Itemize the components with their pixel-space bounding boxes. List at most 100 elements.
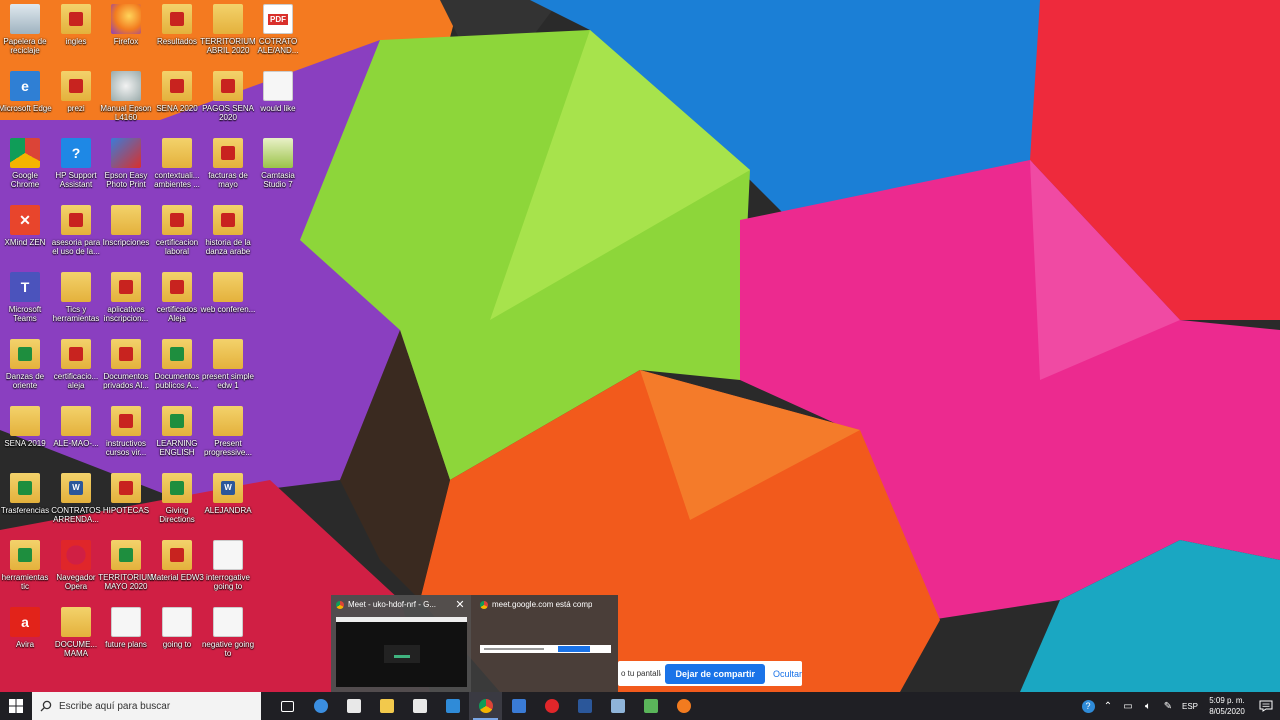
desktop-icon[interactable]: facturas de mayo: [203, 134, 253, 198]
desktop-icon[interactable]: SENA 2019: [0, 402, 50, 466]
thumbnail-share-bar-window[interactable]: meet.google.com está compart...: [475, 595, 615, 692]
desktop-icon[interactable]: certificados Aleja: [152, 268, 202, 332]
stop-sharing-button[interactable]: Dejar de compartir: [665, 663, 765, 684]
desktop-icon[interactable]: Manual Epson L4160: [100, 67, 152, 131]
action-center-button[interactable]: [1252, 700, 1280, 712]
desktop-icon[interactable]: future plans: [101, 603, 151, 667]
desktop-icon[interactable]: interrogative going to: [203, 536, 253, 600]
desktop-icon-label: CONTRATOS ARRENDA...: [51, 506, 101, 524]
language-indicator[interactable]: ESP: [1178, 702, 1202, 711]
desktop-icon[interactable]: DOCUME... MAMA: [51, 603, 101, 667]
desktop-icon[interactable]: Documentos privados Al...: [101, 335, 151, 399]
desktop-icon[interactable]: W CONTRATOS ARRENDA...: [51, 469, 101, 533]
desktop-icon[interactable]: Inscripciones: [101, 201, 151, 265]
opera-icon: [544, 699, 559, 713]
desktop-icon[interactable]: SENA 2020: [152, 67, 202, 131]
taskbar-app-file-explorer[interactable]: [370, 692, 403, 720]
desktop-icon[interactable]: instructivos cursos vir...: [101, 402, 151, 466]
desktop-icon[interactable]: aplicativos inscripcion...: [101, 268, 151, 332]
desktop-icon-label: Documentos publicos A...: [154, 372, 200, 390]
document-icon: [162, 607, 192, 637]
hide-button[interactable]: Ocultar: [773, 669, 802, 679]
acrobat-badge-icon: [119, 280, 133, 294]
desktop-icon[interactable]: T Microsoft Teams: [0, 268, 50, 332]
clock[interactable]: 5:09 p. m. 8/05/2020: [1202, 695, 1252, 717]
taskbar-app-notepad[interactable]: [601, 692, 634, 720]
desktop-icon[interactable]: Tics y herramientas: [51, 268, 101, 332]
desktop-icon-label: TERRITORIUM MAYO 2020: [98, 573, 154, 591]
taskbar-app-mail[interactable]: [502, 692, 535, 720]
desktop-icon-label: future plans: [105, 640, 147, 649]
desktop-icon[interactable]: Papelera de reciclaje: [0, 0, 50, 64]
desktop-icon[interactable]: Camtasia Studio 7: [253, 134, 303, 198]
close-icon[interactable]: ✕: [453, 598, 467, 612]
desktop-icon[interactable]: TERRITORIUM ABRIL 2020: [200, 0, 256, 64]
desktop-icon[interactable]: web conferen...: [201, 268, 255, 332]
desktop-icon[interactable]: W ALEJANDRA: [203, 469, 253, 533]
folder-sheet-icon: [162, 473, 192, 503]
network-icon[interactable]: ▭: [1118, 692, 1138, 720]
desktop-icon[interactable]: PDF COTRATO ALE/AND...: [253, 0, 303, 64]
taskbar-app-chrome[interactable]: [469, 692, 502, 720]
taskbar-app-task-view[interactable]: [271, 692, 304, 720]
taskbar-app-store[interactable]: [403, 692, 436, 720]
taskbar-app-firefox[interactable]: [667, 692, 700, 720]
desktop-icon[interactable]: would like: [253, 67, 303, 131]
desktop-icon[interactable]: Danzas de oriente: [0, 335, 50, 399]
desktop-icon[interactable]: Trasferencias: [0, 469, 50, 533]
desktop-icon[interactable]: Present progressive...: [203, 402, 253, 466]
desktop-icon[interactable]: Documentos publicos A...: [152, 335, 202, 399]
desktop-icon-label: Present progressive...: [203, 439, 253, 457]
desktop-icon[interactable]: going to: [152, 603, 202, 667]
taskbar-search-box[interactable]: Escribe aquí para buscar: [32, 692, 261, 720]
desktop-icon[interactable]: Epson Easy Photo Print: [101, 134, 151, 198]
desktop-icon[interactable]: present simple edw 1: [202, 335, 254, 399]
desktop-icon[interactable]: Google Chrome: [0, 134, 50, 198]
thumbnail-meet-window[interactable]: Meet - uko-hdof-nrf - G... ✕: [331, 595, 471, 692]
desktop-icon[interactable]: ✕ XMind ZEN: [0, 201, 50, 265]
desktop-icon[interactable]: LEARNING ENGLISH: [152, 402, 202, 466]
folder-icon: [61, 272, 91, 302]
desktop-icon[interactable]: asesoria para el uso de la...: [51, 201, 101, 265]
taskbar-app-visual-studio-code[interactable]: [436, 692, 469, 720]
desktop-icon[interactable]: e Microsoft Edge: [0, 67, 52, 131]
folder-acrobat-icon: [61, 205, 91, 235]
desktop-icon[interactable]: certificacion laboral: [152, 201, 202, 265]
folder-sheet-icon: [162, 406, 192, 436]
taskbar-app-word[interactable]: [568, 692, 601, 720]
pen-icon[interactable]: ✎: [1158, 692, 1178, 720]
desktop-icon-label: Danzas de oriente: [5, 372, 45, 390]
desktop-icon[interactable]: Material EDW3: [150, 536, 204, 600]
taskbar-app-edge[interactable]: [304, 692, 337, 720]
folder-sheet-icon: [162, 339, 192, 369]
taskbar-app-camtasia[interactable]: [634, 692, 667, 720]
desktop-icon[interactable]: herramientas tic: [0, 536, 50, 600]
desktop-icon[interactable]: HIPOTECAS: [101, 469, 151, 533]
taskbar-app-opera[interactable]: [535, 692, 568, 720]
start-button[interactable]: [0, 692, 32, 720]
desktop-icon[interactable]: ingles: [51, 0, 101, 64]
desktop-icon[interactable]: ALE-MAO-...: [51, 402, 101, 466]
desktop-icon[interactable]: contextuali... ambientes ...: [152, 134, 202, 198]
help-icon[interactable]: ?: [1078, 692, 1098, 720]
taskbar-pinned-apps: [271, 692, 700, 720]
desktop-icon[interactable]: PAGOS SENA 2020: [202, 67, 254, 131]
desktop-icon[interactable]: certificacio... aleja: [51, 335, 101, 399]
chevron-up-icon[interactable]: ⌃: [1098, 692, 1118, 720]
folder-acrobat-icon: [111, 272, 141, 302]
volume-icon[interactable]: 🔈︎: [1138, 692, 1158, 720]
chrome-icon: [10, 138, 40, 168]
taskbar-app-dropbox[interactable]: [337, 692, 370, 720]
desktop-icon[interactable]: prezi: [51, 67, 101, 131]
desktop-icon[interactable]: a Avira: [0, 603, 50, 667]
desktop-icon[interactable]: Firefox: [101, 0, 151, 64]
desktop-icon[interactable]: TERRITORIUM MAYO 2020: [98, 536, 154, 600]
desktop-icon-label: HP Support Assistant: [55, 171, 97, 189]
desktop-icon[interactable]: negative going to: [202, 603, 254, 667]
desktop-icon[interactable]: Resultados: [152, 0, 202, 64]
desktop-icon[interactable]: Navegador Opera: [51, 536, 101, 600]
desktop-icon-label: certificacion laboral: [155, 238, 199, 256]
desktop-icon[interactable]: historia de la danza arabe: [203, 201, 253, 265]
desktop-icon[interactable]: ? HP Support Assistant: [51, 134, 101, 198]
desktop-icon[interactable]: Giving Directions: [152, 469, 202, 533]
